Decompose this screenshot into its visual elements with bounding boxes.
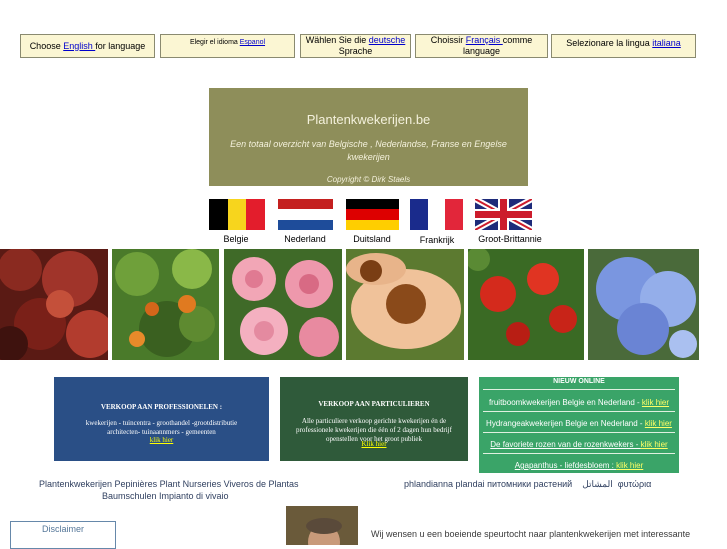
site-banner: Plantenkwekerijen.be Een totaal overzich… bbox=[209, 88, 528, 186]
online-item-agapanthus: Agapanthus - liefdesbloem : klik hier bbox=[479, 461, 679, 470]
site-title: Plantenkwekerijen.be bbox=[306, 112, 431, 127]
online-item-text-roses[interactable]: De favoriete rozen van de rozenkwekers - bbox=[490, 440, 640, 449]
french-link[interactable]: Français bbox=[466, 35, 503, 45]
new-online-box: NIEUW ONLINE fruitboomkwekerijen Belgie … bbox=[479, 377, 679, 473]
netherlands-flag-icon[interactable] bbox=[278, 199, 333, 230]
lang-en-before: Choose bbox=[29, 40, 64, 51]
france-flag-icon[interactable] bbox=[410, 199, 463, 230]
flag-label-belgie[interactable]: Belgie bbox=[212, 234, 260, 244]
flag-label-frankrijk[interactable]: Frankrijk bbox=[412, 235, 462, 245]
private-heading: VERKOOP AAN PARTICULIEREN bbox=[318, 400, 430, 408]
professional-heading: VERKOOP AAN PROFESSIONELEN : bbox=[100, 403, 223, 411]
lang-de-after: Sprache bbox=[338, 46, 373, 56]
online-item-hydrangea: Hydrangeakwekerijen Belgie en Nederland … bbox=[479, 419, 679, 428]
disclaimer-label[interactable]: Disclaimer bbox=[42, 524, 84, 534]
photo-japanese-maple bbox=[0, 249, 108, 360]
separator bbox=[483, 411, 675, 412]
lang-de-before: Wählen Sie die bbox=[305, 35, 369, 45]
lang-es-before: Elegir el idioma bbox=[189, 39, 240, 46]
photo-crocosmia bbox=[468, 249, 584, 360]
online-link-roses[interactable]: klik hier bbox=[641, 440, 668, 449]
welcome-text: Wij wensen u een boeiende speurtocht naa… bbox=[371, 529, 691, 539]
separator bbox=[483, 389, 675, 390]
lang-box-spanish: Elegir el idioma Espanol bbox=[160, 34, 295, 58]
lang-box-french: Choissir Français comme language bbox=[415, 34, 548, 58]
lang-box-german: Wählen Sie die deutsche Sprache bbox=[300, 34, 411, 58]
photo-pink-roses bbox=[224, 249, 342, 360]
germany-flag-icon[interactable] bbox=[346, 199, 399, 230]
lang-box-english: Choose English for language bbox=[20, 34, 155, 58]
online-item-text: fruitboomkwekerijen Belgie en Nederland … bbox=[488, 398, 642, 407]
flag-label-groot-brittannie[interactable]: Groot-Brittannie bbox=[474, 234, 546, 244]
photo-quince-fruit bbox=[112, 249, 219, 360]
site-subtitle: Een totaal overzicht van Belgische , Ned… bbox=[230, 139, 507, 162]
lang-it-before: Selezionare la lingua bbox=[566, 38, 653, 48]
online-item-fruit: fruitboomkwekerijen Belgie en Nederland … bbox=[479, 398, 679, 407]
separator bbox=[483, 453, 675, 454]
author-photo bbox=[286, 506, 358, 545]
separator bbox=[483, 432, 675, 433]
online-link-agapanthus[interactable]: klik hier bbox=[616, 461, 643, 470]
german-link[interactable]: deutsche bbox=[369, 35, 406, 45]
online-link-fruit[interactable]: klik hier bbox=[642, 398, 669, 407]
private-sales-box[interactable]: VERKOOP AAN PARTICULIEREN Alle particuli… bbox=[280, 377, 468, 461]
spanish-link[interactable]: Espanol bbox=[240, 39, 265, 46]
lang-en-after: for language bbox=[95, 40, 146, 51]
online-link-hydrangea[interactable]: klik hier bbox=[645, 419, 672, 428]
multilang-title-line1: Plantenkwekerijen Pepinières Plant Nurse… bbox=[39, 479, 299, 489]
uk-flag-icon[interactable] bbox=[475, 199, 532, 230]
flag-label-duitsland[interactable]: Duitsland bbox=[346, 234, 398, 244]
professional-text: kwekerijen - tuincentra - groothandel -g… bbox=[85, 419, 238, 436]
photo-echinacea bbox=[346, 249, 464, 360]
belgium-flag-icon[interactable] bbox=[209, 199, 265, 230]
new-online-heading: NIEUW ONLINE bbox=[553, 378, 605, 385]
lang-fr-before: Choissir bbox=[430, 35, 466, 45]
copyright-text: Copyright © Dirk Staels bbox=[326, 175, 411, 184]
italian-link[interactable]: italiana bbox=[652, 38, 681, 48]
private-link[interactable]: Klik hier bbox=[280, 440, 468, 449]
flag-label-nederland[interactable]: Nederland bbox=[279, 234, 331, 244]
photo-hydrangea bbox=[588, 249, 699, 360]
english-link[interactable]: English bbox=[63, 41, 95, 51]
online-item-text: Hydrangeakwekerijen Belgie en Nederland … bbox=[486, 419, 645, 428]
online-item-roses: De favoriete rozen van de rozenkwekers -… bbox=[479, 440, 679, 449]
online-item-text-agapanthus[interactable]: Agapanthus - liefdesbloem : bbox=[515, 461, 616, 470]
professional-link[interactable]: klik hier bbox=[54, 436, 269, 445]
multilang-title-right: phlandianna plandai питомники растений ا… bbox=[404, 479, 652, 489]
professional-sales-box[interactable]: VERKOOP AAN PROFESSIONELEN : kwekerijen … bbox=[54, 377, 269, 461]
lang-box-italian: Selezionare la lingua italiana bbox=[551, 34, 696, 58]
multilang-title-line2: Baumschulen Impianto di vivaio bbox=[102, 491, 229, 501]
